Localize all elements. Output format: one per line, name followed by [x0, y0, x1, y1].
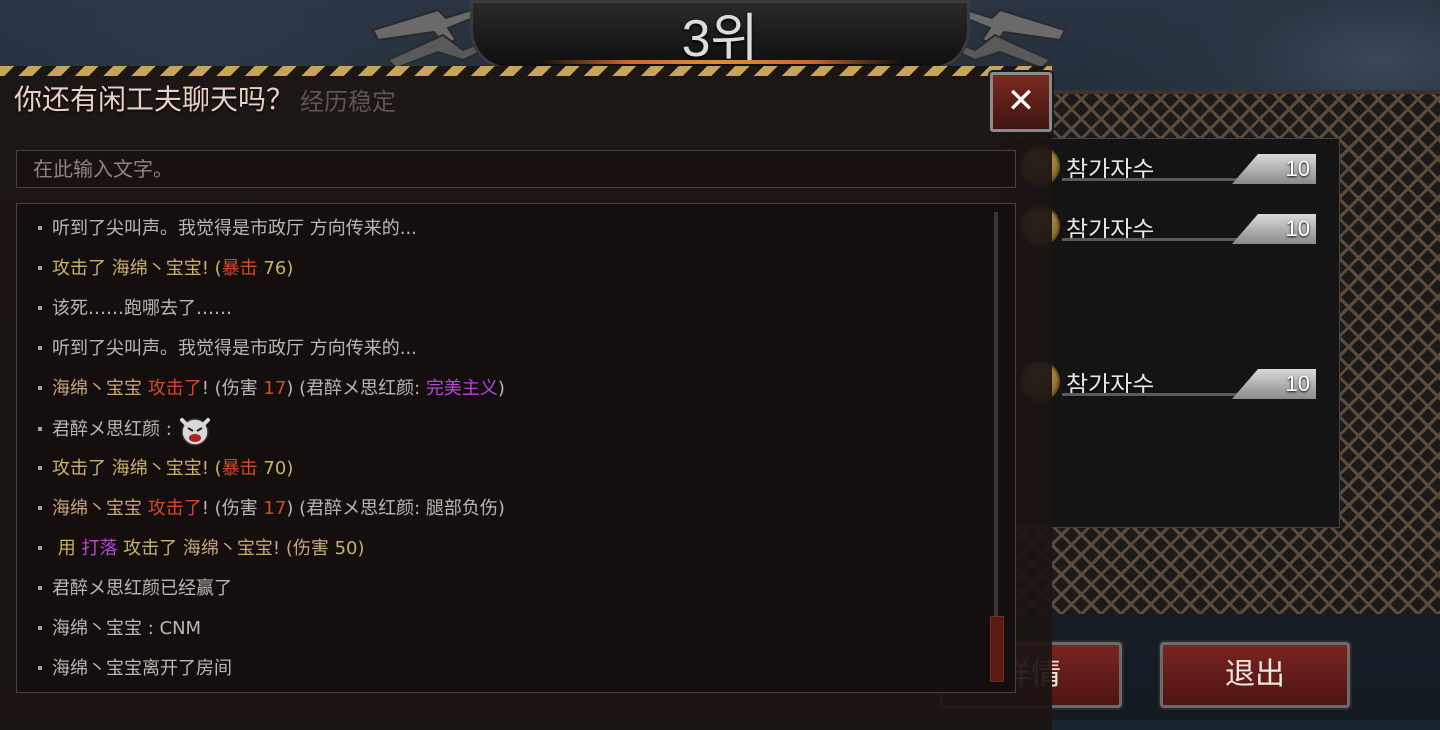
participant-count: 10 [1285, 156, 1310, 181]
hazard-stripe-border [0, 66, 1052, 76]
chat-message: 攻击了 海绵丶宝宝! (暴击 76) [38, 254, 293, 280]
chat-message: 君醉メ思红颜已经赢了 [38, 574, 232, 600]
participant-row: 참가자수 10 [1022, 363, 1322, 403]
participant-count-badge: 10 [1232, 214, 1316, 244]
participant-count: 10 [1285, 371, 1310, 396]
chat-message-segment: 听到了尖叫声。我觉得是市政厅 方向传来的... [52, 338, 417, 359]
rank-text: 3위 [681, 10, 759, 68]
chat-message-segment: ) [286, 258, 294, 279]
participant-row: 참가자수 10 [1022, 148, 1322, 188]
bullet-icon [38, 546, 42, 550]
chat-message: 听到了尖叫声。我觉得是市政厅 方向传来的... [38, 334, 417, 360]
chat-message: 该死……跑哪去了…… [38, 294, 232, 320]
chat-message: 君醉メ思红颜 : [38, 414, 212, 446]
chat-message-segment: ) [286, 458, 294, 479]
chat-message-segment: 君醉メ思红颜已经赢了 [52, 578, 232, 599]
chat-message-segment: ) [357, 538, 365, 559]
bullet-icon [38, 586, 42, 590]
chat-message-segment: 70 [257, 458, 287, 479]
chat-message-segment: 君醉メ思红颜 : [52, 419, 172, 440]
chat-message-segment: 海绵丶宝宝! (伤害 [182, 538, 335, 559]
chat-message-segment: ! (伤害 [201, 498, 264, 519]
chat-title: 你还有闲工夫聊天吗？ [14, 83, 295, 116]
bullet-icon [38, 427, 42, 431]
chat-input[interactable] [16, 150, 1016, 188]
bullet-icon [38, 666, 42, 670]
bullet-icon [38, 226, 42, 230]
bullet-icon [38, 306, 42, 310]
chat-message-segment: 17 [263, 378, 287, 399]
chat-message-segment: 攻击了 [117, 538, 183, 559]
chat-message: 听到了尖叫声。我觉得是市政厅 方向传来的... [38, 214, 417, 240]
exit-button[interactable]: 退出 [1160, 642, 1350, 708]
chat-message-segment: 海绵丶宝宝 [52, 498, 148, 519]
bullet-icon [38, 466, 42, 470]
participant-count: 10 [1285, 216, 1310, 241]
chat-message: 海绵丶宝宝 : CNM [38, 614, 201, 640]
chat-message-segment: ) (君醉メ思红颜: 腿部负伤) [286, 498, 505, 519]
chat-title-ghost-text: 经历稳定 [300, 88, 396, 116]
chat-message-segment: ! (伤害 [201, 378, 264, 399]
chat-message-segment: 海绵丶宝宝离开了房间 [52, 658, 232, 679]
bullet-icon [38, 266, 42, 270]
close-button[interactable]: ✕ [990, 72, 1052, 132]
chat-message-segment: 听到了尖叫声。我觉得是市政厅 方向传来的... [52, 218, 417, 239]
chat-message-segment: 打落 [81, 538, 118, 559]
bullet-icon [38, 386, 42, 390]
participant-count-badge: 10 [1232, 369, 1316, 399]
chat-message-segment: 完美主义 [425, 378, 498, 399]
chat-message: 海绵丶宝宝 攻击了! (伤害 17) (君醉メ思红颜: 腿部负伤) [38, 494, 505, 520]
chat-scrollbar-track[interactable] [994, 212, 998, 682]
chat-message-segment: 17 [263, 498, 287, 519]
participant-count-badge: 10 [1232, 154, 1316, 184]
chat-message-segment: 海绵丶宝宝 [52, 378, 148, 399]
bullet-icon [38, 346, 42, 350]
chat-message-segment: 暴击 [221, 258, 258, 279]
chat-message-segment: 50 [334, 538, 358, 559]
chat-message-segment: 用 [52, 538, 82, 559]
chat-message-segment: ) [497, 378, 505, 399]
bullet-icon [38, 506, 42, 510]
chat-message-segment: 该死……跑哪去了…… [52, 298, 232, 319]
participant-row: 참가자수 10 [1022, 208, 1322, 248]
chat-message-segment: ) (君醉メ思红颜: [286, 378, 426, 399]
chat-message-segment: 76 [257, 258, 287, 279]
chat-message-segment: 攻击了 海绵丶宝宝! ( [52, 458, 222, 479]
chat-message-segment: 攻击了 [147, 378, 202, 399]
chat-message-segment: 攻击了 [147, 498, 202, 519]
chat-scrollbar-thumb[interactable] [990, 616, 1004, 682]
bullet-icon [38, 626, 42, 630]
close-icon: ✕ [1006, 81, 1036, 121]
chat-message-segment: 海绵丶宝宝 : CNM [52, 618, 202, 639]
chat-message: 用 打落 攻击了 海绵丶宝宝! (伤害 50) [38, 534, 365, 560]
chat-message-segment: 暴击 [221, 458, 258, 479]
chat-message-segment: 攻击了 海绵丶宝宝! ( [52, 258, 222, 279]
chat-message: 海绵丶宝宝离开了房间 [38, 654, 232, 680]
chat-message: 海绵丶宝宝 攻击了! (伤害 17) (君醉メ思红颜: 完美主义) [38, 374, 505, 400]
rank-banner: 3위 [470, 0, 970, 70]
angry-face-icon [179, 418, 210, 446]
chat-message: 攻击了 海绵丶宝宝! (暴击 70) [38, 454, 293, 480]
